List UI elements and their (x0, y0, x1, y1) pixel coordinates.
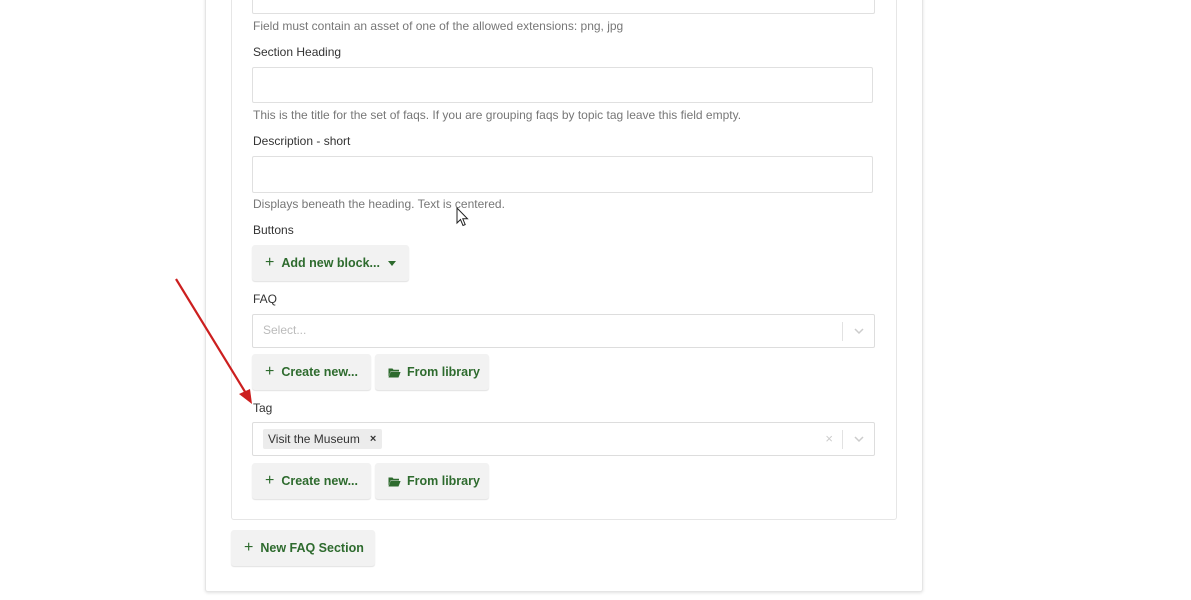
tag-chip-label: Visit the Museum (268, 432, 360, 446)
tag-label: Tag (253, 401, 273, 415)
faq-select-placeholder: Select... (263, 323, 307, 337)
description-short-label: Description - short (253, 134, 351, 148)
description-short-input[interactable] (252, 156, 873, 193)
tag-chip: Visit the Museum × (263, 429, 383, 449)
folder-open-icon (388, 367, 401, 378)
folder-open-icon (388, 476, 401, 487)
mouse-cursor-icon (456, 207, 469, 227)
faq-label: FAQ (253, 292, 278, 306)
chevron-down-icon[interactable] (853, 326, 865, 336)
plus-icon: + (265, 472, 275, 489)
tag-select[interactable]: Visit the Museum × × (252, 422, 875, 456)
chevron-down-icon[interactable] (853, 434, 865, 444)
section-heading-label: Section Heading (253, 45, 342, 59)
tag-create-new-label: Create new... (281, 474, 358, 488)
add-new-block-button[interactable]: + Add new block... (252, 245, 409, 281)
tag-create-new-button[interactable]: + Create new... (252, 463, 371, 499)
add-new-block-label: Add new block... (281, 256, 380, 270)
new-faq-section-button[interactable]: + New FAQ Section (231, 530, 375, 566)
caret-down-icon (387, 260, 396, 266)
plus-icon: + (265, 254, 275, 271)
faq-select[interactable]: Select... (252, 314, 875, 348)
select-separator (842, 322, 843, 341)
faq-create-new-button[interactable]: + Create new... (252, 354, 371, 390)
select-separator (842, 430, 843, 449)
section-heading-input[interactable] (252, 67, 873, 103)
plus-icon: + (265, 363, 275, 380)
faq-create-new-label: Create new... (281, 365, 358, 379)
tag-from-library-button[interactable]: From library (375, 463, 489, 499)
section-heading-hint: This is the title for the set of faqs. I… (253, 108, 742, 122)
image-field-input[interactable] (252, 0, 875, 14)
clear-icon[interactable]: × (825, 431, 833, 446)
plus-icon: + (244, 539, 254, 556)
tag-from-library-label: From library (407, 474, 480, 488)
faq-from-library-label: From library (407, 365, 480, 379)
faq-from-library-button[interactable]: From library (375, 354, 489, 390)
remove-tag-icon[interactable]: × (370, 433, 376, 445)
buttons-label: Buttons (253, 223, 294, 237)
image-field-hint: Field must contain an asset of one of th… (253, 19, 624, 33)
new-faq-section-label: New FAQ Section (260, 541, 364, 555)
